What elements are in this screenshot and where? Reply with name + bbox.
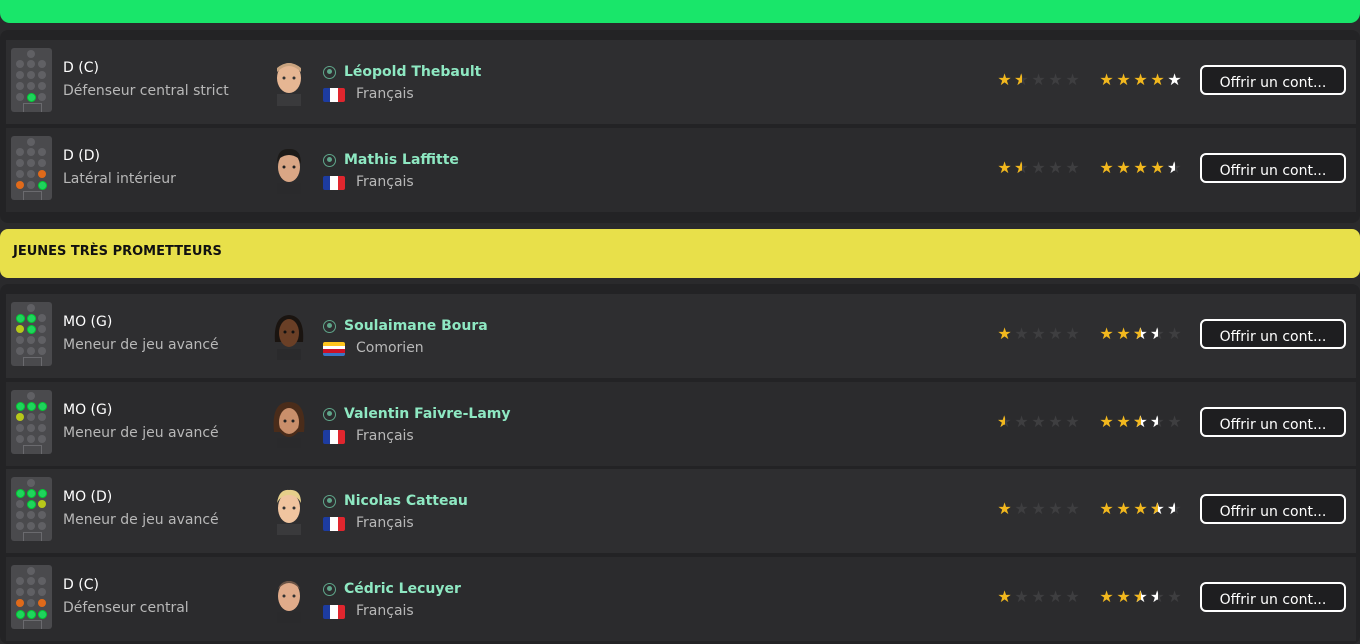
offer-contract-button[interactable]: Offrir un cont... — [1200, 65, 1346, 95]
potential-ability-stars: ★ ★ ★ ★ ★ — [1099, 589, 1182, 606]
position-pitch-icon — [11, 48, 52, 112]
potential-ability-stars: ★ ★ ★ ★ ★ — [1099, 160, 1182, 177]
offer-contract-button[interactable]: Offrir un cont... — [1200, 407, 1346, 437]
player-name[interactable]: Nicolas Catteau — [344, 493, 468, 509]
player-name[interactable]: Valentin Faivre-Lamy — [344, 406, 511, 422]
player-role: Latéral intérieur — [63, 171, 176, 187]
offer-contract-button[interactable]: Offrir un cont... — [1200, 582, 1346, 612]
position-pitch-icon — [11, 390, 52, 454]
player-row[interactable]: D (D) Latéral intérieur Mathis Laffitte … — [6, 128, 1356, 212]
potential-ability-stars: ★ ★ ★ ★ ★ — [1099, 414, 1182, 431]
position-pitch-icon — [11, 136, 52, 200]
player-position: D (C) — [63, 577, 99, 593]
player-row[interactable]: D (C) Défenseur central strict Léopold T… — [6, 40, 1356, 124]
player-avatar[interactable] — [271, 146, 307, 194]
player-group-1: D (C) Défenseur central strict Léopold T… — [0, 30, 1360, 223]
current-ability-stars: ★ ★ ★ ★ ★ — [997, 324, 1080, 343]
player-role: Défenseur central — [63, 600, 189, 616]
top-accent-bar — [0, 0, 1360, 23]
player-role: Meneur de jeu avancé — [63, 337, 219, 353]
player-row[interactable]: D (C) Défenseur central Cédric Lecuyer F… — [6, 557, 1356, 641]
player-nationality: Français — [356, 603, 414, 619]
offer-contract-button[interactable]: Offrir un cont... — [1200, 319, 1346, 349]
player-position: MO (G) — [63, 402, 113, 418]
potential-ability-stars: ★ ★ ★ ★ ★ — [1099, 70, 1182, 89]
player-row[interactable]: MO (G) Meneur de jeu avancé Soulaimane B… — [6, 294, 1356, 378]
position-pitch-icon — [11, 565, 52, 629]
france-flag-icon — [323, 430, 345, 444]
person-icon — [323, 583, 336, 596]
player-avatar[interactable] — [271, 400, 307, 448]
player-avatar[interactable] — [271, 58, 307, 106]
comoros-flag-icon — [323, 342, 345, 356]
offer-contract-button[interactable]: Offrir un cont... — [1200, 153, 1346, 183]
player-name[interactable]: Léopold Thebault — [344, 64, 481, 80]
current-ability-stars: ★ ★ ★ ★ ★ — [997, 72, 1080, 89]
potential-ability-stars: ★ ★ ★ ★ ★ — [1099, 501, 1182, 518]
position-pitch-icon — [11, 302, 52, 366]
current-ability-stars: ★ ★ ★ ★ ★ — [997, 587, 1080, 606]
player-position: D (D) — [63, 148, 100, 164]
france-flag-icon — [323, 176, 345, 190]
player-avatar[interactable] — [271, 312, 307, 360]
person-icon — [323, 495, 336, 508]
person-icon — [323, 408, 336, 421]
player-nationality: Français — [356, 86, 414, 102]
france-flag-icon — [323, 605, 345, 619]
france-flag-icon — [323, 88, 345, 102]
person-icon — [323, 320, 336, 333]
player-nationality: Français — [356, 174, 414, 190]
player-role: Meneur de jeu avancé — [63, 512, 219, 528]
section-title: JEUNES TRÈS PROMETTEURS — [13, 244, 222, 259]
france-flag-icon — [323, 517, 345, 531]
player-position: MO (G) — [63, 314, 113, 330]
current-ability-stars: ★ ★ ★ ★ ★ — [997, 414, 1080, 431]
player-group-2: MO (G) Meneur de jeu avancé Soulaimane B… — [0, 284, 1360, 644]
player-name[interactable]: Soulaimane Boura — [344, 318, 488, 334]
position-pitch-icon — [11, 477, 52, 541]
offer-contract-button[interactable]: Offrir un cont... — [1200, 494, 1346, 524]
section-header: JEUNES TRÈS PROMETTEURS — [0, 229, 1360, 278]
player-row[interactable]: MO (D) Meneur de jeu avancé Nicolas Catt… — [6, 469, 1356, 553]
potential-ability-stars: ★ ★ ★ ★ ★ — [1099, 326, 1182, 343]
player-row[interactable]: MO (G) Meneur de jeu avancé Valentin Fai… — [6, 382, 1356, 466]
player-nationality: Français — [356, 428, 414, 444]
player-position: D (C) — [63, 60, 99, 76]
player-avatar[interactable] — [271, 487, 307, 535]
player-avatar[interactable] — [271, 575, 307, 623]
player-nationality: Français — [356, 515, 414, 531]
current-ability-stars: ★ ★ ★ ★ ★ — [997, 499, 1080, 518]
current-ability-stars: ★ ★ ★ ★ ★ — [997, 160, 1080, 177]
person-icon — [323, 66, 336, 79]
player-role: Défenseur central strict — [63, 83, 229, 99]
player-name[interactable]: Mathis Laffitte — [344, 152, 459, 168]
player-nationality: Comorien — [356, 340, 424, 356]
player-position: MO (D) — [63, 489, 113, 505]
person-icon — [323, 154, 336, 167]
player-role: Meneur de jeu avancé — [63, 425, 219, 441]
player-name[interactable]: Cédric Lecuyer — [344, 581, 461, 597]
